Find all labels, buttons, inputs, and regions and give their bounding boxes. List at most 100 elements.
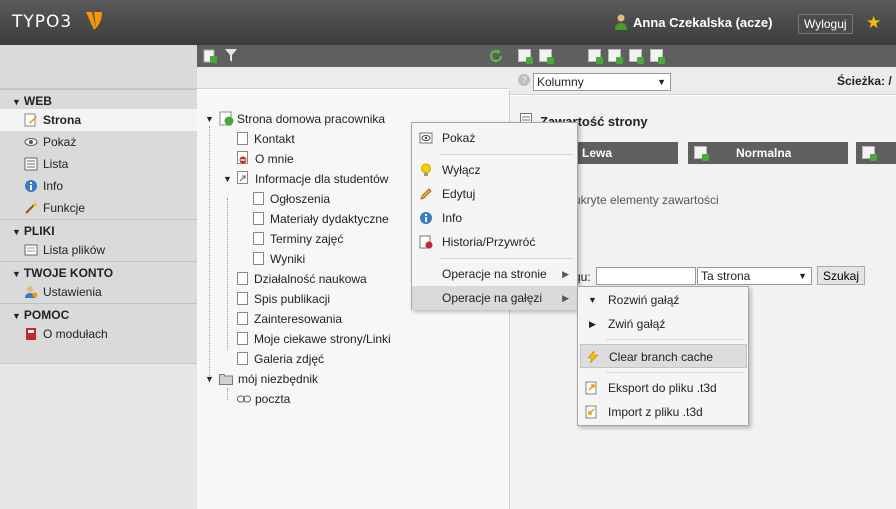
bookmark-star-icon[interactable]: ★ bbox=[866, 13, 881, 33]
page-icon bbox=[253, 212, 264, 225]
branch-submenu: ▼ Rozwiń gałąź ▶ Zwiń gałąź Clear branch… bbox=[577, 286, 749, 426]
submenu-arrow-icon: ▶ bbox=[562, 293, 569, 303]
submenu-item-zwin[interactable]: ▶ Zwiń gałąź bbox=[578, 312, 748, 336]
tree-node[interactable]: Zainteresowania bbox=[237, 310, 342, 328]
folder-icon bbox=[219, 374, 233, 385]
module-item-info[interactable]: Info bbox=[0, 175, 197, 197]
search-scope-select[interactable]: Ta strona ▼ bbox=[697, 267, 812, 285]
book-icon bbox=[26, 328, 36, 340]
list-icon bbox=[24, 157, 38, 171]
help-icon[interactable]: ? bbox=[518, 74, 530, 86]
context-item-edytuj[interactable]: Edytuj bbox=[412, 182, 577, 206]
module-group-title[interactable]: ▼ POMOC bbox=[0, 303, 197, 323]
submenu-item-import[interactable]: Import z pliku .t3d bbox=[578, 400, 748, 424]
new-content-icon[interactable] bbox=[518, 49, 533, 64]
bulb-icon bbox=[421, 163, 431, 176]
new-page-icon[interactable] bbox=[539, 49, 554, 64]
module-item-ustawienia[interactable]: Ustawienia bbox=[0, 281, 197, 303]
tree-node[interactable]: Spis publikacji bbox=[237, 290, 330, 308]
refresh-icon[interactable] bbox=[489, 49, 503, 63]
module-group-title[interactable]: ▼ PLIKI bbox=[0, 219, 197, 239]
tree-collapse-toggle[interactable]: ▼ bbox=[205, 374, 214, 384]
submenu-item-clear-cache[interactable]: Clear branch cache bbox=[580, 344, 747, 368]
content-option-bar: ? Kolumny ▼ Ścieżka: / bbox=[510, 67, 896, 95]
page-icon bbox=[253, 252, 264, 265]
hidden-elements-text: ukryte elementy zawartości bbox=[574, 193, 719, 207]
module-group-title[interactable]: ▼ WEB bbox=[0, 89, 197, 109]
new-content-icon[interactable] bbox=[694, 146, 709, 161]
tree-node[interactable]: Moje ciekawe strony/Linki bbox=[237, 330, 391, 348]
top-bar: TYPO3 Anna Czekalska (acze) Wyloguj ★ bbox=[0, 0, 896, 45]
module-item-funkcje[interactable]: Funkcje bbox=[0, 197, 197, 219]
tree-line bbox=[227, 198, 228, 350]
filter-icon[interactable] bbox=[224, 48, 238, 63]
lightning-icon bbox=[587, 350, 599, 364]
new-page-icon[interactable] bbox=[203, 49, 217, 63]
view-page-icon[interactable] bbox=[588, 49, 603, 64]
tree-node[interactable]: Informacje dla studentów bbox=[237, 170, 388, 188]
page-icon bbox=[237, 132, 248, 145]
page-icon bbox=[237, 292, 248, 305]
context-item-info[interactable]: Info bbox=[412, 206, 577, 230]
tree-collapse-toggle[interactable]: ▼ bbox=[205, 114, 214, 124]
page-icon bbox=[253, 232, 264, 245]
context-item-historia[interactable]: Historia/Przywróć bbox=[412, 230, 577, 254]
context-item-pokaz[interactable]: Pokaż bbox=[412, 126, 577, 150]
import-icon bbox=[585, 405, 597, 419]
tree-node[interactable]: Działalność naukowa bbox=[237, 270, 367, 288]
tree-node[interactable]: Wyniki bbox=[253, 250, 305, 268]
column-header-next bbox=[856, 142, 896, 164]
tree-node[interactable]: Materiały dydaktyczne bbox=[253, 210, 389, 228]
submenu-arrow-icon: ▶ bbox=[562, 269, 569, 279]
tree-node[interactable]: O mnie bbox=[237, 150, 294, 168]
context-item-wylacz[interactable]: Wyłącz bbox=[412, 158, 577, 182]
edit-page-icon[interactable] bbox=[608, 49, 623, 64]
submenu-item-eksport[interactable]: Eksport do pliku .t3d bbox=[578, 376, 748, 400]
page-history-icon[interactable] bbox=[650, 49, 665, 64]
path-label: Ścieżka: / bbox=[837, 74, 892, 88]
module-group-title[interactable]: ▼ TWOJE KONTO bbox=[0, 261, 197, 281]
collapse-icon: ▶ bbox=[589, 319, 596, 329]
restricted-page-icon bbox=[237, 151, 248, 164]
column-header-normalna: Normalna bbox=[688, 142, 848, 164]
tree-node[interactable]: Terminy zajęć bbox=[253, 230, 343, 248]
logout-button[interactable]: Wyloguj bbox=[798, 14, 853, 34]
new-content-icon[interactable] bbox=[862, 146, 877, 161]
module-item-strona[interactable]: Strona bbox=[0, 109, 197, 131]
tree-line bbox=[227, 388, 228, 400]
module-item-o-modulach[interactable]: O modułach bbox=[0, 323, 197, 345]
tree-node[interactable]: Galeria zdjęć bbox=[237, 350, 324, 368]
tree-node[interactable]: Kontakt bbox=[237, 130, 295, 148]
module-group-twoje-konto: ▼ TWOJE KONTO Ustawienia bbox=[0, 261, 197, 303]
page-tree-filter-bar bbox=[197, 67, 510, 89]
tree-node[interactable]: Ogłoszenia bbox=[253, 190, 330, 208]
context-separator bbox=[606, 372, 744, 373]
tree-node-root[interactable]: Strona domowa pracownika bbox=[219, 110, 385, 128]
context-separator bbox=[440, 154, 573, 155]
search-input[interactable] bbox=[596, 267, 696, 285]
page-icon bbox=[253, 192, 264, 205]
context-menu: Pokaż Wyłącz Edytuj Info Historia/Przywr… bbox=[411, 122, 578, 310]
info-icon bbox=[420, 212, 432, 224]
module-item-lista-plikow[interactable]: Lista plików bbox=[0, 239, 197, 261]
user-icon bbox=[615, 14, 627, 30]
tree-collapse-toggle[interactable]: ▼ bbox=[223, 174, 232, 184]
tree-node-link[interactable]: poczta bbox=[237, 390, 290, 408]
export-icon bbox=[585, 381, 597, 395]
page-icon bbox=[237, 352, 248, 365]
module-item-pokaz[interactable]: Pokaż bbox=[0, 131, 197, 153]
move-page-icon[interactable] bbox=[629, 49, 644, 64]
tree-node-folder[interactable]: mój niezbędnik bbox=[219, 370, 318, 388]
context-item-operacje-strona[interactable]: Operacje na stronie ▶ bbox=[412, 262, 577, 286]
submenu-item-rozwin[interactable]: ▼ Rozwiń gałąź bbox=[578, 288, 748, 312]
filelist-icon bbox=[24, 244, 38, 256]
module-item-lista[interactable]: Lista bbox=[0, 153, 197, 175]
search-button[interactable]: Szukaj bbox=[817, 266, 866, 285]
context-separator bbox=[606, 339, 744, 340]
module-menu-bottom bbox=[0, 363, 197, 509]
view-mode-select[interactable]: Kolumny ▼ bbox=[533, 73, 671, 91]
context-item-operacje-galaz[interactable]: Operacje na gałęzi ▶ bbox=[412, 286, 577, 310]
module-menu-top bbox=[0, 45, 197, 89]
user-name[interactable]: Anna Czekalska (acze) bbox=[633, 15, 772, 30]
module-menu: ▼ WEB Strona Pokaż Lista Info Funkcje ▼ PL… bbox=[0, 45, 197, 509]
